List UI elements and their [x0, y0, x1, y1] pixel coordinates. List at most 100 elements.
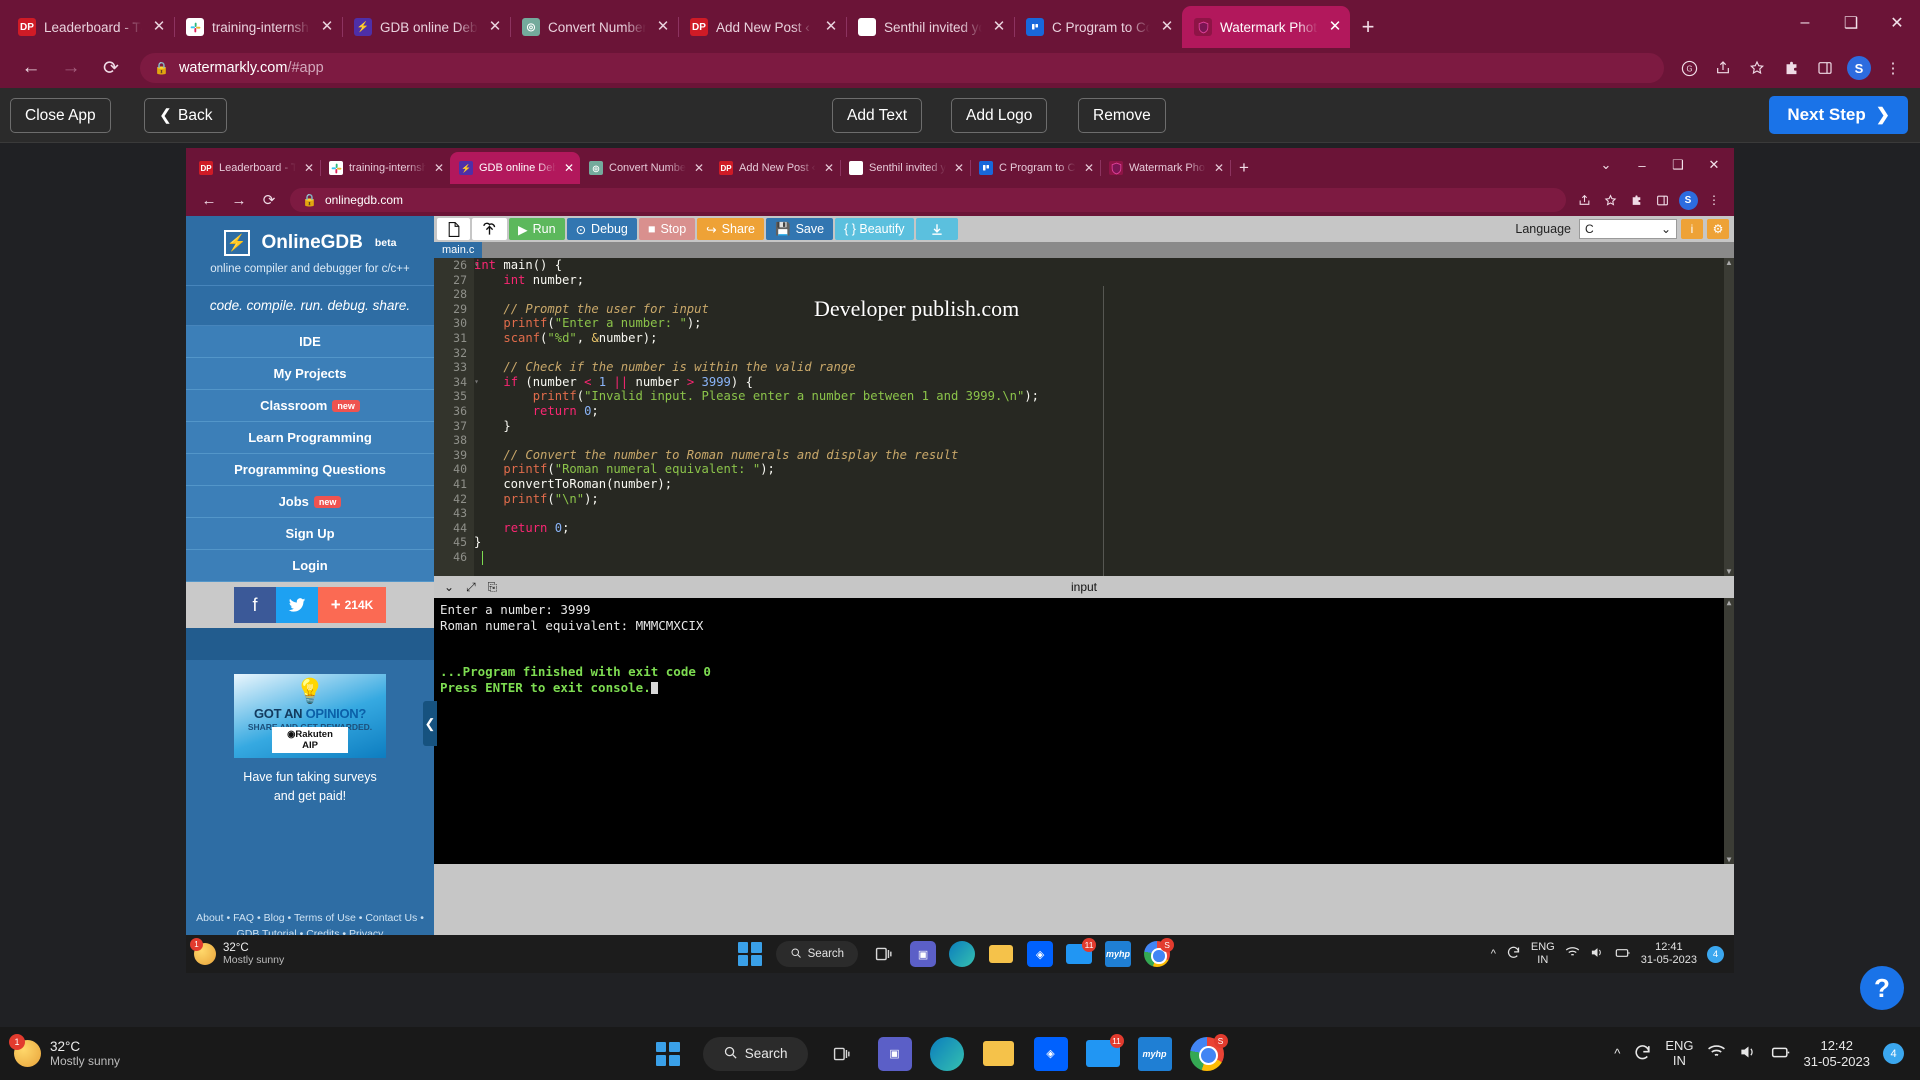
browser-tab: M Senthil invited yo ✕ [840, 152, 971, 184]
weather-temp: 32°C [50, 1039, 81, 1054]
shield-icon [1109, 161, 1123, 175]
close-tab-icon[interactable]: ✕ [822, 18, 840, 36]
shield-icon [1194, 18, 1212, 36]
browser-tab[interactable]: M Senthil invited yo ✕ [846, 6, 1015, 48]
search-box[interactable]: Search [702, 1036, 808, 1071]
close-tab-icon[interactable]: ✕ [1326, 18, 1344, 36]
line-number: 32 [453, 345, 467, 360]
close-tab-icon[interactable]: ✕ [318, 18, 336, 36]
taskbar-teams-icon[interactable]: ▣ [877, 1036, 912, 1071]
line-number: 28 [453, 287, 467, 302]
taskbar-dropbox-icon[interactable]: ◈ [1033, 1036, 1068, 1071]
share-icon: ↪ [706, 222, 717, 237]
notification-badge[interactable]: 4 [1883, 1043, 1904, 1064]
close-tab-icon[interactable]: ✕ [990, 18, 1008, 36]
browser-menu-icon[interactable]: ⋮ [1878, 53, 1908, 83]
code-line: // Prompt the user for input [503, 301, 709, 316]
share-icon[interactable] [1708, 53, 1738, 83]
badge-count: 11 [1109, 1033, 1124, 1048]
battery-icon[interactable] [1771, 1045, 1791, 1063]
browser-tab[interactable]: C Program to Con ✕ [1014, 6, 1183, 48]
new-badge: new [313, 496, 342, 508]
watermark-canvas-image[interactable]: DPLeaderboard - T&✕training-internship✕⚡… [186, 148, 1734, 973]
next-step-button[interactable]: Next Step ❯ [1769, 96, 1908, 134]
onlinegdb-logo: ⚡ OnlineGDB beta online compiler and deb… [186, 216, 434, 285]
taskbar-dropbox-icon: ◈ [1027, 941, 1054, 967]
close-tab-icon[interactable]: ✕ [1158, 18, 1176, 36]
wifi-icon[interactable] [1707, 1044, 1726, 1063]
minimize-button[interactable]: – [1782, 0, 1828, 46]
inner-omnibox-icons: S ⋮ [1572, 188, 1726, 212]
language-indicator[interactable]: ENG IN [1665, 1038, 1693, 1069]
badge-count: S [1213, 1033, 1228, 1048]
back-button-app[interactable]: ❮ Back [144, 98, 228, 133]
close-app-button[interactable]: Close App [10, 98, 111, 133]
line-number: 45 [453, 535, 467, 550]
brand-slogan: code. compile. run. debug. share. [186, 285, 434, 326]
close-window-button[interactable]: ✕ [1874, 0, 1920, 46]
help-button[interactable]: ? [1860, 966, 1904, 1010]
taskbar-myhp-icon[interactable]: myhp [1137, 1036, 1172, 1071]
watermark-text[interactable]: Developer publish.com [814, 296, 1019, 322]
bolt-icon: ⚡ [459, 161, 473, 175]
weather-widget[interactable]: 1 32°C Mostly sunny [0, 1034, 260, 1068]
ide-toolbar: ▶ Run ⊙ Debug ■ Stop ↪ Share 💾 Save { } Beaut… [434, 216, 1734, 242]
line-number: 31 [453, 330, 467, 345]
outer-tab-strip: DP Leaderboard - T& ✕ training-internship ✕ ⚡… [0, 0, 1920, 48]
remove-button[interactable]: Remove [1078, 98, 1166, 133]
maximize-button[interactable]: ❑ [1828, 0, 1874, 46]
sidebar-item-label: Programming Questions [234, 462, 386, 477]
taskbar-mail-icon[interactable]: 11 [1085, 1033, 1124, 1071]
bookmark-star-icon[interactable] [1742, 53, 1772, 83]
footer-link: FAQ [233, 912, 255, 924]
floppy-icon: 💾 [775, 221, 791, 236]
close-tab-icon: ✕ [693, 161, 705, 175]
browser-tab: DP Add New Post ‹ D ✕ [710, 152, 841, 184]
line-number: 44 [453, 520, 467, 535]
close-tab-icon[interactable]: ✕ [150, 18, 168, 36]
footer-separator: • [254, 912, 264, 924]
browser-tab[interactable]: training-internship ✕ [174, 6, 343, 48]
sidebar-item-programming-questions: Programming Questions [186, 454, 434, 486]
browser-tab[interactable]: DP Leaderboard - T& ✕ [6, 6, 175, 48]
close-tab-icon: ✕ [953, 161, 965, 175]
bolt-icon: ⚡ [223, 230, 250, 256]
code-editor: 26 ▾ 27 28 29 30 31 32 33 34 ▾ 35 36 37 38 39 40 41 42 43 44… [434, 258, 1734, 576]
bolt-icon: ⚡ [354, 18, 372, 36]
code-line: if (number < 1 || number > 3999) { [503, 374, 753, 389]
code-line: printf("Enter a number: "); [503, 316, 702, 331]
avatar[interactable]: S [1844, 53, 1874, 83]
add-text-button[interactable]: Add Text [832, 98, 923, 133]
weather-widget: 1 32°C Mostly sunny [186, 938, 416, 966]
taskbar-file-explorer-icon[interactable] [982, 1037, 1016, 1071]
volume-icon[interactable] [1739, 1044, 1758, 1063]
extensions-icon[interactable] [1776, 53, 1806, 83]
add-logo-button[interactable]: Add Logo [951, 98, 1048, 133]
sync-icon[interactable] [1633, 1043, 1652, 1065]
side-panel-icon[interactable] [1810, 53, 1840, 83]
new-tab-button[interactable]: + [1350, 9, 1386, 45]
extensions-icon [1624, 188, 1648, 212]
tray-chevron-icon[interactable]: ^ [1614, 1046, 1620, 1061]
browser-tab[interactable]: ◎ Convert Numbers ✕ [510, 6, 679, 48]
browser-tab[interactable]: ⚡ GDB online Debu ✕ [342, 6, 511, 48]
taskbar-chrome-icon[interactable]: S [1189, 1033, 1228, 1071]
reload-button[interactable]: ⟳ [92, 51, 130, 85]
line-number: 29 [453, 301, 467, 316]
text-caret [482, 551, 483, 565]
back-button[interactable]: ← [12, 51, 50, 85]
browser-tab[interactable]: Watermark Photo ✕ [1182, 6, 1350, 48]
windows-start-button[interactable] [651, 1037, 685, 1071]
google-icon[interactable]: G [1674, 53, 1704, 83]
close-tab-icon[interactable]: ✕ [486, 18, 504, 36]
clock[interactable]: 12:42 31-05-2023 [1804, 1038, 1871, 1069]
taskbar-edge-icon[interactable] [929, 1036, 964, 1071]
line-number: 30 [453, 316, 467, 331]
close-tab-icon[interactable]: ✕ [654, 18, 672, 36]
forward-button[interactable]: → [52, 51, 90, 85]
volume-icon [1590, 946, 1605, 962]
taskbar-task-view-icon[interactable] [826, 1037, 860, 1071]
address-bar[interactable]: 🔒 watermarkly.com/#app [140, 53, 1664, 83]
browser-tab[interactable]: DP Add New Post ‹ D ✕ [678, 6, 847, 48]
close-tab-icon: ✕ [303, 161, 315, 175]
